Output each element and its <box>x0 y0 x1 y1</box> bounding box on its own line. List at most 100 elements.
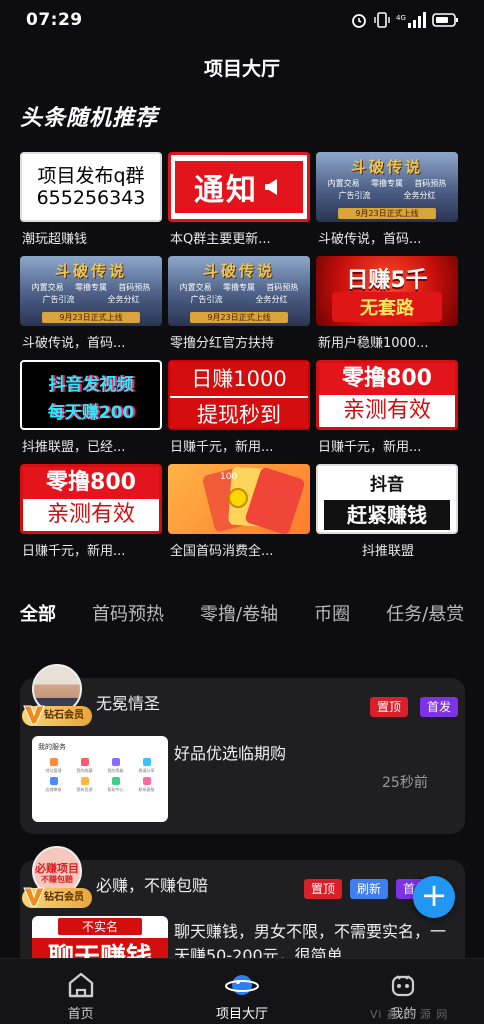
recommend-item[interactable]: 100 全国首码消费全... <box>168 464 310 568</box>
recommend-caption: 潮玩超赚钱 <box>22 232 88 247</box>
recommend-caption: 零撸分红官方扶持 <box>170 336 275 351</box>
post-time: 25秒前 <box>382 775 428 791</box>
user-name: 无冕情圣 <box>96 694 161 713</box>
thumb-text: 零撸专属 <box>222 283 255 292</box>
vip-badge: 钻石会员 <box>22 705 92 726</box>
service-label: 我有货源 <box>76 787 93 792</box>
status-time: 07:29 <box>26 10 83 30</box>
recommend-title: 头条随机推荐 <box>20 106 159 131</box>
thumb-text: 不实名 <box>58 918 142 935</box>
recommend-thumb: 斗破传说 内置交易 零撸专属 首码预热 广告引流 全务分红 9月23日正式上线 <box>20 256 162 326</box>
recommend-item[interactable]: 抖音发视频 每天赚200 抖推联盟，已经... <box>20 360 162 464</box>
service-label: 我的等级 <box>107 768 124 773</box>
thumb-text: 亲测有效 <box>46 502 135 527</box>
tab-first-code[interactable]: 首码预热 <box>92 600 164 640</box>
refresh-tag: 刷新 <box>350 879 389 899</box>
feed-card[interactable]: 钻石会员 无冕情圣 置顶 首发 我的服务 地址管理 我的收藏 我的等级 邀请分享… <box>20 664 465 834</box>
recommend-thumb: 抖音发视频 每天赚200 <box>20 360 162 430</box>
thumb-text: 广告引流 <box>42 295 75 304</box>
service-icon <box>80 777 89 785</box>
thumb-text: 首码预热 <box>266 283 299 292</box>
thumb-text: 内置交易 <box>179 283 212 292</box>
tab-zero-scroll[interactable]: 零撸/卷轴 <box>200 600 278 640</box>
recommend-thumb: 日赚1000 提现秒到 <box>168 360 310 430</box>
nav-project-hall[interactable]: 项目大厅 <box>161 959 322 1024</box>
watermark: Vi 鑫 资 源 网 <box>370 1008 449 1021</box>
thumb-text: 每天赚200 <box>47 403 135 423</box>
thumb-text: 抖音 <box>370 475 404 495</box>
thumb-text: 100 <box>220 472 238 482</box>
service-label: 邀请分享 <box>138 768 155 773</box>
service-icon <box>142 758 151 766</box>
recommend-item[interactable]: 零撸800 亲测有效 日赚千元，新用... <box>316 360 458 464</box>
thumb-text: 无套路 <box>332 292 442 322</box>
tab-crypto[interactable]: 币圈 <box>314 600 350 640</box>
status-icons: 4G <box>350 11 460 29</box>
recommend-thumb: 项目发布q群 655256343 <box>20 152 162 222</box>
thumb-text: 斗破传说 <box>202 262 275 280</box>
add-post-button[interactable]: + <box>413 876 455 918</box>
recommend-caption: 日赚千元，新用... <box>22 544 126 559</box>
thumb-text: 提现秒到 <box>170 396 308 428</box>
nav-label: 首页 <box>67 1007 94 1022</box>
megaphone-icon <box>265 179 277 195</box>
vip-badge-label: 钻石会员 <box>44 892 84 903</box>
nav-label: 项目大厅 <box>215 1007 268 1022</box>
alarm-icon <box>352 14 366 28</box>
tab-all[interactable]: 全部 <box>20 600 56 640</box>
post-thumbnail: 我的服务 地址管理 我的收藏 我的等级 邀请分享 店铺审核 我有货源 帮助中心 … <box>32 736 168 822</box>
thumb-text: 斗破传说 <box>350 158 423 176</box>
recommend-item[interactable]: 零撸800 亲测有效 日赚千元，新用... <box>20 464 162 568</box>
recommend-thumb: 斗破传说 内置交易 零撸专属 首码预热 广告引流 全务分红 9月23日正式上线 <box>316 152 458 222</box>
service-label: 地址管理 <box>45 768 62 773</box>
service-label: 帮助中心 <box>107 787 124 792</box>
post-title: 好品优选临期购 <box>174 744 287 763</box>
thumb-text: 全务分红 <box>403 191 436 200</box>
recommend-caption: 斗破传说，首码... <box>318 232 422 247</box>
recommend-thumb: 斗破传说 内置交易 零撸专属 首码预热 广告引流 全务分红 9月23日正式上线 <box>168 256 310 326</box>
home-icon <box>68 972 93 998</box>
thumb-text: 日赚5千 <box>346 268 428 293</box>
thumb-text: 斗破传说 <box>54 262 127 280</box>
recommend-thumb: 日赚5千 无套路 <box>316 256 458 326</box>
service-icon <box>49 777 58 785</box>
tab-tasks[interactable]: 任务/悬赏 <box>386 600 464 640</box>
thumb-text: 抖音发视频 <box>48 375 134 395</box>
battery-icon <box>432 13 458 27</box>
thumb-text: 首码预热 <box>414 179 447 188</box>
thumb-text: 全务分红 <box>255 295 288 304</box>
recommend-item[interactable]: 斗破传说 内置交易 零撸专属 首码预热 广告引流 全务分红 9月23日正式上线 零撸分… <box>168 256 310 360</box>
recommend-item[interactable]: 通知 本Q群主要更新... <box>168 152 310 256</box>
thumb-header: 我的服务 <box>38 743 66 751</box>
vip-v-icon <box>23 705 45 725</box>
recommend-item[interactable]: 日赚1000 提现秒到 日赚千元，新用... <box>168 360 310 464</box>
thumb-text: 广告引流 <box>338 191 371 200</box>
recommend-item[interactable]: 抖音 赶紧赚钱 抖推联盟 <box>316 464 458 568</box>
recommend-item[interactable]: 斗破传说 内置交易 零撸专属 首码预热 广告引流 全务分红 9月23日正式上线 斗破传… <box>20 256 162 360</box>
service-icon <box>49 758 58 766</box>
recommend-caption: 日赚千元，新用... <box>318 440 422 455</box>
recommend-caption: 全国首码消费全... <box>170 544 274 559</box>
vip-badge: 钻石会员 <box>22 887 92 908</box>
thumb-text: 9月23日正式上线 <box>190 312 288 323</box>
thumb-text: 内置交易 <box>327 179 360 188</box>
recommend-caption: 新用户稳赚1000... <box>318 336 429 351</box>
recommend-item[interactable]: 日赚5千 无套路 新用户稳赚1000... <box>316 256 458 360</box>
first-tag: 首发 <box>420 697 459 717</box>
service-icon <box>111 777 120 785</box>
recommend-thumb: 零撸800 亲测有效 <box>20 464 162 534</box>
recommend-item[interactable]: 项目发布q群 655256343 潮玩超赚钱 <box>20 152 162 256</box>
service-label: 我的收藏 <box>76 768 93 773</box>
thumb-text: 零撸800 <box>23 467 159 499</box>
recommend-item[interactable]: 斗破传说 内置交易 零撸专属 首码预热 广告引流 全务分红 9月23日正式上线 斗破传… <box>316 152 458 256</box>
recommend-caption: 斗破传说，首码... <box>22 336 126 351</box>
thumb-text: 零撸专属 <box>74 283 107 292</box>
status-bar: 07:29 4G <box>0 0 484 40</box>
nav-home[interactable]: 首页 <box>0 959 161 1024</box>
thumb-text: 项目发布q群 <box>37 165 145 187</box>
service-icon <box>80 758 89 766</box>
thumb-text: 赶紧赚钱 <box>324 500 450 530</box>
thumb-text: 通知 <box>194 173 258 208</box>
pinned-tag: 置顶 <box>370 697 409 717</box>
category-tabs: 全部 首码预热 零撸/卷轴 币圈 任务/悬赏 <box>20 600 484 640</box>
